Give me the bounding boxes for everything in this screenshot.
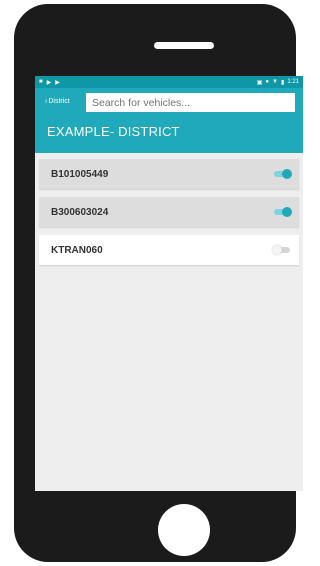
toggle-knob bbox=[282, 207, 292, 217]
app-header: ‹ District EXAMPLE- DISTRICT bbox=[35, 88, 303, 153]
location-icon: ● bbox=[265, 79, 270, 85]
play-icon: ▶ bbox=[46, 79, 52, 86]
vehicle-toggle[interactable] bbox=[273, 169, 292, 179]
vehicle-row[interactable]: B300603024 bbox=[39, 197, 299, 227]
vehicle-name: B300603024 bbox=[51, 206, 109, 218]
play-icon: ▶ bbox=[55, 79, 60, 86]
toggle-knob bbox=[272, 245, 282, 255]
sim-icon: ▣ bbox=[256, 79, 263, 86]
status-bar: ■ ▶ ▶ ▣ ● ▼ ▮ 1:21 bbox=[35, 76, 303, 88]
status-time: 1:21 bbox=[287, 79, 299, 85]
toggle-knob bbox=[282, 169, 292, 179]
home-button[interactable] bbox=[158, 504, 210, 556]
district-title: EXAMPLE- DISTRICT bbox=[47, 124, 180, 139]
back-button[interactable]: ‹ District bbox=[45, 98, 70, 105]
vehicle-row[interactable]: B101005449 bbox=[39, 159, 299, 189]
vehicle-search-input[interactable] bbox=[86, 93, 295, 112]
vehicle-name: KTRAN060 bbox=[51, 244, 103, 256]
notification-icon: ■ bbox=[39, 78, 43, 85]
vehicle-row[interactable]: KTRAN060 bbox=[39, 235, 299, 265]
chevron-left-icon: ‹ bbox=[45, 98, 48, 105]
vehicle-toggle[interactable] bbox=[273, 207, 292, 217]
speaker-grille bbox=[154, 42, 214, 49]
wifi-icon: ▼ bbox=[272, 79, 278, 85]
vehicle-list: B101005449 B300603024 KTRAN060 bbox=[35, 153, 303, 265]
status-right-icons: ▣ ● ▼ ▮ 1:21 bbox=[257, 79, 299, 86]
back-label: District bbox=[48, 98, 70, 105]
battery-icon: ▮ bbox=[281, 79, 285, 86]
status-left-icons: ■ ▶ ▶ bbox=[39, 79, 60, 86]
app-screen: ■ ▶ ▶ ▣ ● ▼ ▮ 1:21 ‹ District EXAMPLE- D… bbox=[35, 76, 303, 491]
vehicle-toggle[interactable] bbox=[272, 245, 291, 255]
vehicle-name: B101005449 bbox=[51, 168, 109, 180]
